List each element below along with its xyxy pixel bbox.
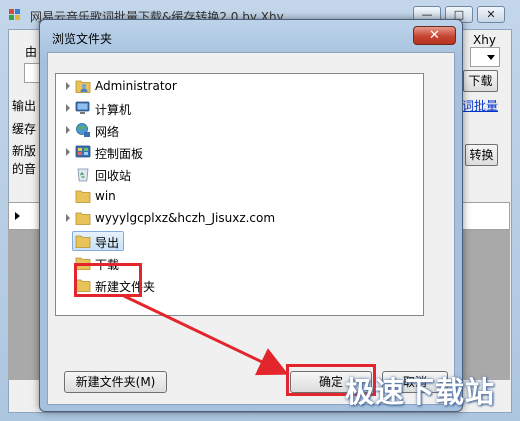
background-combo[interactable] <box>470 47 500 67</box>
tree-item-network[interactable]: 网络 <box>56 119 406 141</box>
folder-icon <box>75 235 91 248</box>
highlight-box-export <box>74 263 142 297</box>
expand-arrow-icon[interactable] <box>66 82 70 90</box>
expand-arrow-icon[interactable] <box>66 148 70 156</box>
tree-item-label: 回收站 <box>95 169 132 183</box>
expand-arrow-icon[interactable] <box>66 214 70 222</box>
tree-item-computer[interactable]: 计算机 <box>56 97 406 119</box>
link-fragment[interactable]: 词批量 <box>462 97 498 114</box>
recycle-bin-icon <box>77 168 89 182</box>
expand-arrow-icon[interactable] <box>66 104 70 112</box>
label-fragment: 新版 <box>12 144 37 158</box>
dialog-close-button[interactable]: ✕ <box>413 26 456 45</box>
tree-item-win[interactable]: win <box>56 185 406 207</box>
computer-icon <box>75 101 90 114</box>
tree-item-control-panel[interactable]: 控制面板 <box>56 141 406 163</box>
tree-item-label: 计算机 <box>95 103 132 117</box>
title-fragment: Xhy <box>473 33 496 47</box>
download-button[interactable]: 下载 <box>463 70 498 92</box>
tree-item-administrator[interactable]: Administrator <box>56 75 406 97</box>
chevron-down-icon <box>487 55 495 60</box>
tree-item-label: Administrator <box>95 79 177 93</box>
tree-item-label: win <box>95 189 116 203</box>
expand-arrow-icon[interactable] <box>66 126 70 134</box>
convert-button[interactable]: 转换 <box>465 144 498 166</box>
new-folder-button[interactable]: 新建文件夹(M) <box>64 371 167 393</box>
tree-item-export[interactable]: 导出 <box>56 230 406 252</box>
folder-icon <box>75 190 91 203</box>
tree-item-project-folder[interactable]: wyyylgcplxz&hczh_Jisuxz.com <box>56 207 406 229</box>
user-folder-icon <box>75 80 91 93</box>
close-button[interactable]: ✕ <box>477 6 505 23</box>
row-pointer-icon <box>15 212 20 220</box>
label-fragment: 的音 <box>12 162 37 176</box>
control-panel-icon <box>75 145 91 158</box>
folder-icon <box>75 212 91 225</box>
dialog-title: 浏览文件夹 <box>52 32 113 46</box>
tree-item-label: 导出 <box>95 236 120 250</box>
browse-folder-dialog: 浏览文件夹 ✕ Administrator 计算机 网络 控制面板 回收站 wi… <box>39 19 463 412</box>
label-fragment: 输出 <box>12 99 37 113</box>
app-icon <box>9 9 20 20</box>
label-fragment: 缓存 <box>12 122 37 136</box>
tree-item-label: 控制面板 <box>95 147 144 161</box>
label-fragment: 由 <box>25 45 38 59</box>
tree-item-recycle-bin[interactable]: 回收站 <box>56 163 406 185</box>
tree-item-label: 网络 <box>95 125 120 139</box>
network-icon <box>76 123 90 137</box>
watermark: 极速下载站 <box>345 375 496 409</box>
tree-item-label: wyyylgcplxz&hczh_Jisuxz.com <box>95 211 276 225</box>
